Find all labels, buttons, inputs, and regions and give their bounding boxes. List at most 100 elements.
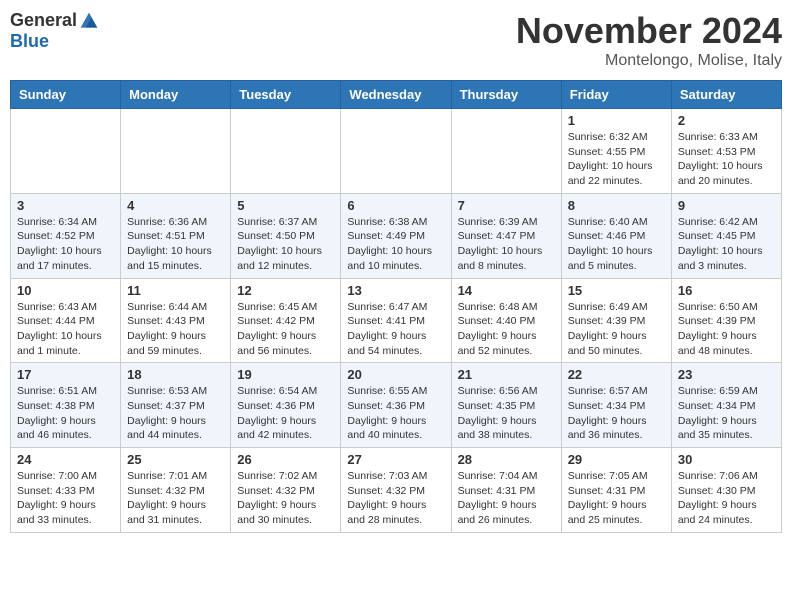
day-info: Sunrise: 6:47 AM Sunset: 4:41 PM Dayligh… bbox=[347, 300, 444, 359]
calendar-cell bbox=[11, 109, 121, 194]
day-info: Sunrise: 6:40 AM Sunset: 4:46 PM Dayligh… bbox=[568, 215, 665, 274]
logo: General Blue bbox=[10, 10, 99, 52]
day-info: Sunrise: 6:57 AM Sunset: 4:34 PM Dayligh… bbox=[568, 384, 665, 443]
calendar-cell: 8 Sunrise: 6:40 AM Sunset: 4:46 PM Daylig… bbox=[561, 193, 671, 278]
weekday-header-wednesday: Wednesday bbox=[341, 81, 451, 109]
calendar-cell bbox=[231, 109, 341, 194]
day-info: Sunrise: 6:56 AM Sunset: 4:35 PM Dayligh… bbox=[458, 384, 555, 443]
calendar-cell: 2 Sunrise: 6:33 AM Sunset: 4:53 PM Daylig… bbox=[671, 109, 781, 194]
day-info: Sunrise: 6:38 AM Sunset: 4:49 PM Dayligh… bbox=[347, 215, 444, 274]
title-section: November 2024 Montelongo, Molise, Italy bbox=[516, 10, 782, 70]
day-info: Sunrise: 6:37 AM Sunset: 4:50 PM Dayligh… bbox=[237, 215, 334, 274]
day-number: 18 bbox=[127, 367, 224, 382]
day-number: 4 bbox=[127, 198, 224, 213]
day-number: 26 bbox=[237, 452, 334, 467]
calendar-cell: 4Sunrise: 6:36 AM Sunset: 4:51 PM Daylig… bbox=[121, 193, 231, 278]
calendar-cell: 12Sunrise: 6:45 AM Sunset: 4:42 PM Dayli… bbox=[231, 278, 341, 363]
logo-blue-text: Blue bbox=[10, 31, 49, 52]
calendar-cell: 1 Sunrise: 6:32 AM Sunset: 4:55 PM Daylig… bbox=[561, 109, 671, 194]
day-info: Sunrise: 7:01 AM Sunset: 4:32 PM Dayligh… bbox=[127, 469, 224, 528]
calendar-cell: 29 Sunrise: 7:05 AM Sunset: 4:31 PM Dayli… bbox=[561, 448, 671, 533]
day-number: 30 bbox=[678, 452, 775, 467]
weekday-header-tuesday: Tuesday bbox=[231, 81, 341, 109]
day-number: 8 bbox=[568, 198, 665, 213]
calendar-cell: 14 Sunrise: 6:48 AM Sunset: 4:40 PM Dayli… bbox=[451, 278, 561, 363]
day-number: 23 bbox=[678, 367, 775, 382]
day-info: Sunrise: 6:33 AM Sunset: 4:53 PM Dayligh… bbox=[678, 130, 775, 189]
calendar-table: SundayMondayTuesdayWednesdayThursdayFrid… bbox=[10, 80, 782, 533]
weekday-header-saturday: Saturday bbox=[671, 81, 781, 109]
day-info: Sunrise: 6:43 AM Sunset: 4:44 PM Dayligh… bbox=[17, 300, 114, 359]
page-header: General Blue November 2024 Montelongo, M… bbox=[10, 10, 782, 70]
day-number: 29 bbox=[568, 452, 665, 467]
day-number: 24 bbox=[17, 452, 114, 467]
calendar-cell: 26Sunrise: 7:02 AM Sunset: 4:32 PM Dayli… bbox=[231, 448, 341, 533]
weekday-header-sunday: Sunday bbox=[11, 81, 121, 109]
calendar-cell: 6 Sunrise: 6:38 AM Sunset: 4:49 PM Daylig… bbox=[341, 193, 451, 278]
day-info: Sunrise: 6:53 AM Sunset: 4:37 PM Dayligh… bbox=[127, 384, 224, 443]
calendar-header: SundayMondayTuesdayWednesdayThursdayFrid… bbox=[11, 81, 782, 109]
day-number: 11 bbox=[127, 283, 224, 298]
calendar-cell: 27Sunrise: 7:03 AM Sunset: 4:32 PM Dayli… bbox=[341, 448, 451, 533]
calendar-cell: 24 Sunrise: 7:00 AM Sunset: 4:33 PM Dayli… bbox=[11, 448, 121, 533]
day-number: 6 bbox=[347, 198, 444, 213]
day-info: Sunrise: 6:48 AM Sunset: 4:40 PM Dayligh… bbox=[458, 300, 555, 359]
day-number: 9 bbox=[678, 198, 775, 213]
weekday-header-monday: Monday bbox=[121, 81, 231, 109]
day-info: Sunrise: 6:39 AM Sunset: 4:47 PM Dayligh… bbox=[458, 215, 555, 274]
logo-general-text: General bbox=[10, 10, 77, 31]
calendar-cell bbox=[451, 109, 561, 194]
calendar-cell: 15 Sunrise: 6:49 AM Sunset: 4:39 PM Dayli… bbox=[561, 278, 671, 363]
calendar-cell: 28Sunrise: 7:04 AM Sunset: 4:31 PM Dayli… bbox=[451, 448, 561, 533]
day-number: 21 bbox=[458, 367, 555, 382]
calendar-cell: 9 Sunrise: 6:42 AM Sunset: 4:45 PM Daylig… bbox=[671, 193, 781, 278]
day-info: Sunrise: 6:51 AM Sunset: 4:38 PM Dayligh… bbox=[17, 384, 114, 443]
day-info: Sunrise: 6:49 AM Sunset: 4:39 PM Dayligh… bbox=[568, 300, 665, 359]
calendar-cell: 21 Sunrise: 6:56 AM Sunset: 4:35 PM Dayli… bbox=[451, 363, 561, 448]
day-info: Sunrise: 6:55 AM Sunset: 4:36 PM Dayligh… bbox=[347, 384, 444, 443]
calendar-cell bbox=[341, 109, 451, 194]
day-number: 28 bbox=[458, 452, 555, 467]
day-number: 25 bbox=[127, 452, 224, 467]
logo-icon bbox=[79, 11, 99, 31]
day-number: 14 bbox=[458, 283, 555, 298]
calendar-cell: 16Sunrise: 6:50 AM Sunset: 4:39 PM Dayli… bbox=[671, 278, 781, 363]
day-number: 27 bbox=[347, 452, 444, 467]
calendar-cell: 18 Sunrise: 6:53 AM Sunset: 4:37 PM Dayli… bbox=[121, 363, 231, 448]
calendar-cell: 19 Sunrise: 6:54 AM Sunset: 4:36 PM Dayli… bbox=[231, 363, 341, 448]
day-number: 2 bbox=[678, 113, 775, 128]
day-info: Sunrise: 6:59 AM Sunset: 4:34 PM Dayligh… bbox=[678, 384, 775, 443]
calendar-cell: 10 Sunrise: 6:43 AM Sunset: 4:44 PM Dayli… bbox=[11, 278, 121, 363]
day-info: Sunrise: 7:05 AM Sunset: 4:31 PM Dayligh… bbox=[568, 469, 665, 528]
day-number: 10 bbox=[17, 283, 114, 298]
day-number: 22 bbox=[568, 367, 665, 382]
day-info: Sunrise: 6:34 AM Sunset: 4:52 PM Dayligh… bbox=[17, 215, 114, 274]
day-number: 3 bbox=[17, 198, 114, 213]
day-info: Sunrise: 7:06 AM Sunset: 4:30 PM Dayligh… bbox=[678, 469, 775, 528]
location: Montelongo, Molise, Italy bbox=[516, 52, 782, 70]
calendar-cell bbox=[121, 109, 231, 194]
calendar-cell: 5 Sunrise: 6:37 AM Sunset: 4:50 PM Daylig… bbox=[231, 193, 341, 278]
calendar-cell: 22 Sunrise: 6:57 AM Sunset: 4:34 PM Dayli… bbox=[561, 363, 671, 448]
day-info: Sunrise: 6:42 AM Sunset: 4:45 PM Dayligh… bbox=[678, 215, 775, 274]
calendar-cell: 30 Sunrise: 7:06 AM Sunset: 4:30 PM Dayli… bbox=[671, 448, 781, 533]
calendar-cell: 20Sunrise: 6:55 AM Sunset: 4:36 PM Dayli… bbox=[341, 363, 451, 448]
day-number: 13 bbox=[347, 283, 444, 298]
day-info: Sunrise: 6:32 AM Sunset: 4:55 PM Dayligh… bbox=[568, 130, 665, 189]
day-info: Sunrise: 6:44 AM Sunset: 4:43 PM Dayligh… bbox=[127, 300, 224, 359]
day-number: 19 bbox=[237, 367, 334, 382]
day-info: Sunrise: 7:00 AM Sunset: 4:33 PM Dayligh… bbox=[17, 469, 114, 528]
calendar-cell: 11 Sunrise: 6:44 AM Sunset: 4:43 PM Dayli… bbox=[121, 278, 231, 363]
calendar-cell: 23 Sunrise: 6:59 AM Sunset: 4:34 PM Dayli… bbox=[671, 363, 781, 448]
day-info: Sunrise: 6:50 AM Sunset: 4:39 PM Dayligh… bbox=[678, 300, 775, 359]
day-number: 7 bbox=[458, 198, 555, 213]
day-info: Sunrise: 6:54 AM Sunset: 4:36 PM Dayligh… bbox=[237, 384, 334, 443]
calendar-cell: 13 Sunrise: 6:47 AM Sunset: 4:41 PM Dayli… bbox=[341, 278, 451, 363]
calendar-cell: 7 Sunrise: 6:39 AM Sunset: 4:47 PM Daylig… bbox=[451, 193, 561, 278]
day-number: 5 bbox=[237, 198, 334, 213]
calendar-cell: 17 Sunrise: 6:51 AM Sunset: 4:38 PM Dayli… bbox=[11, 363, 121, 448]
day-info: Sunrise: 6:45 AM Sunset: 4:42 PM Dayligh… bbox=[237, 300, 334, 359]
day-number: 17 bbox=[17, 367, 114, 382]
day-number: 15 bbox=[568, 283, 665, 298]
day-number: 1 bbox=[568, 113, 665, 128]
